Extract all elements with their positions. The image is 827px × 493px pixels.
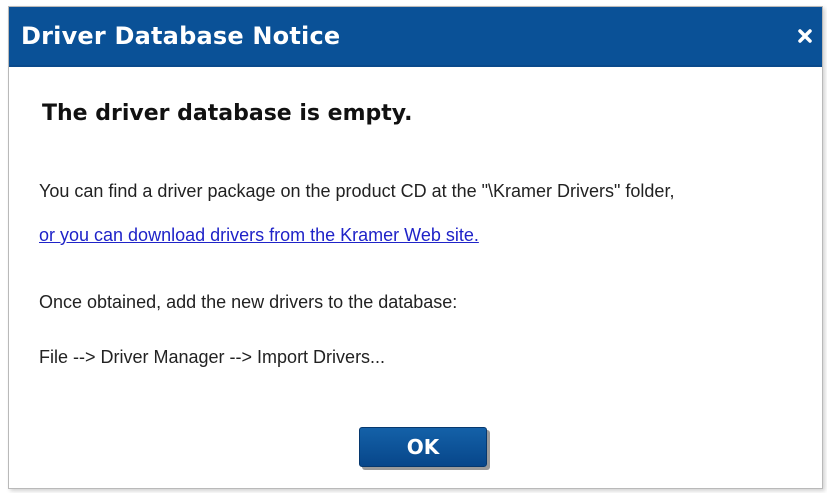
driver-database-notice-dialog: Driver Database Notice The driver databa… bbox=[8, 6, 823, 489]
ok-button[interactable]: OK bbox=[359, 427, 487, 467]
message-line-instructions: Once obtained, add the new drivers to th… bbox=[39, 292, 458, 312]
message-line-menu-path: File --> Driver Manager --> Import Drive… bbox=[39, 347, 386, 367]
dialog-heading: The driver database is empty. bbox=[42, 101, 413, 126]
message-line-cd-location: You can find a driver package on the pro… bbox=[39, 181, 675, 201]
dialog-title: Driver Database Notice bbox=[21, 22, 341, 50]
close-icon[interactable] bbox=[794, 25, 816, 47]
download-drivers-link[interactable]: or you can download drivers from the Kra… bbox=[39, 225, 479, 246]
title-bar[interactable]: Driver Database Notice bbox=[9, 7, 822, 67]
